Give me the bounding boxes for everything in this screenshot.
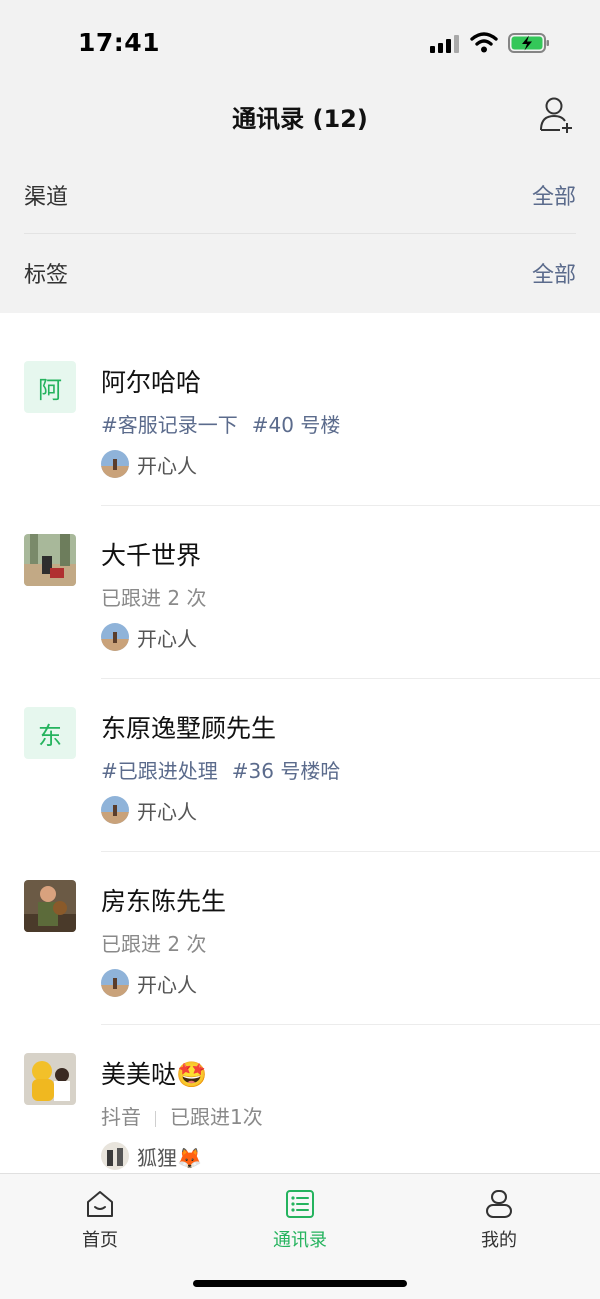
owner-name: 狐狸🦊 <box>137 1145 202 1170</box>
owner-name: 开心人 <box>137 453 197 478</box>
channel-filter-label: 渠道 <box>24 184 69 210</box>
contact-item[interactable]: 大千世界 已跟进 2 次 开心人 <box>0 486 600 679</box>
owner-info: 开心人 <box>101 796 197 824</box>
tab-contacts[interactable]: 通讯录 <box>250 1188 350 1252</box>
owner-info: 狐狸🦊 <box>101 1142 202 1170</box>
contact-channel: 抖音 <box>101 1105 141 1129</box>
contact-name: 阿尔哈哈 <box>101 368 202 397</box>
owner-avatar <box>101 450 129 478</box>
cellular-signal-icon <box>430 35 462 53</box>
contact-list[interactable]: 阿 阿尔哈哈 #客服记录一下 #40 号楼 开心人 大千世界 已跟进 2 次 开心… <box>0 313 600 1173</box>
home-indicator[interactable] <box>193 1280 407 1287</box>
status-bar: 17:41 <box>0 0 600 88</box>
separator <box>155 1110 156 1127</box>
contact-tag: #已跟进处理 <box>101 759 218 783</box>
tab-home[interactable]: 首页 <box>50 1188 150 1252</box>
status-time: 17:41 <box>78 28 161 57</box>
contact-status: 已跟进 2 次 <box>101 932 207 956</box>
tab-label: 首页 <box>82 1230 118 1251</box>
owner-info: 开心人 <box>101 969 197 997</box>
tab-profile[interactable]: 我的 <box>449 1188 549 1252</box>
owner-info: 开心人 <box>101 623 197 651</box>
owner-avatar <box>101 969 129 997</box>
owner-name: 开心人 <box>137 972 197 997</box>
tag-filter-label: 标签 <box>24 263 69 288</box>
tab-label: 通讯录 <box>273 1230 327 1251</box>
owner-avatar <box>101 1142 129 1170</box>
owner-info: 开心人 <box>101 450 197 478</box>
contact-status: 已跟进1次 <box>170 1105 263 1129</box>
tag-filter-value[interactable]: 全部 <box>532 257 576 289</box>
contact-avatar <box>24 1053 76 1105</box>
owner-avatar <box>101 796 129 824</box>
tag-filter-row[interactable]: 标签 全部 <box>24 234 576 312</box>
channel-filter-row[interactable]: 渠道 全部 <box>24 156 576 234</box>
owner-avatar <box>101 623 129 651</box>
contact-avatar <box>24 534 76 586</box>
contact-tags: #客服记录一下 #40 号楼 <box>101 409 354 438</box>
contact-item[interactable]: 阿 阿尔哈哈 #客服记录一下 #40 号楼 开心人 <box>0 313 600 506</box>
contact-status-line: 抖音 已跟进1次 <box>101 1101 263 1130</box>
contact-avatar: 阿 <box>24 361 76 413</box>
contact-name: 东原逸墅顾先生 <box>101 714 277 743</box>
contact-item[interactable]: 房东陈先生 已跟进 2 次 开心人 <box>0 832 600 1025</box>
owner-name: 开心人 <box>137 799 197 824</box>
profile-icon <box>486 1190 512 1218</box>
contact-status: 已跟进 2 次 <box>101 586 207 610</box>
tab-label: 我的 <box>481 1230 517 1251</box>
contact-avatar <box>24 880 76 932</box>
top-area: 17:41 通讯录 (12) 渠道 全部 标签 全部 <box>0 0 600 313</box>
contact-tags: #已跟进处理 #36 号楼哈 <box>101 755 354 784</box>
add-contact-icon[interactable] <box>538 94 578 134</box>
owner-name: 开心人 <box>137 626 197 651</box>
contact-item[interactable]: 美美哒🤩 抖音 已跟进1次 狐狸🦊 <box>0 1005 600 1173</box>
contact-tag: #40 号楼 <box>251 413 341 437</box>
contact-tag: #客服记录一下 <box>101 413 238 437</box>
contact-avatar: 东 <box>24 707 76 759</box>
contacts-list-icon <box>286 1190 314 1218</box>
contact-tag: #36 号楼哈 <box>231 759 341 783</box>
contact-name: 房东陈先生 <box>101 887 227 916</box>
battery-charging-icon <box>508 33 549 53</box>
contact-name: 美美哒🤩 <box>101 1060 208 1089</box>
channel-filter-value[interactable]: 全部 <box>532 179 576 211</box>
page-title: 通讯录 (12) <box>232 105 368 133</box>
wifi-icon <box>470 32 498 53</box>
contact-item[interactable]: 东 东原逸墅顾先生 #已跟进处理 #36 号楼哈 开心人 <box>0 659 600 852</box>
home-icon <box>87 1191 113 1217</box>
contact-name: 大千世界 <box>101 541 202 570</box>
